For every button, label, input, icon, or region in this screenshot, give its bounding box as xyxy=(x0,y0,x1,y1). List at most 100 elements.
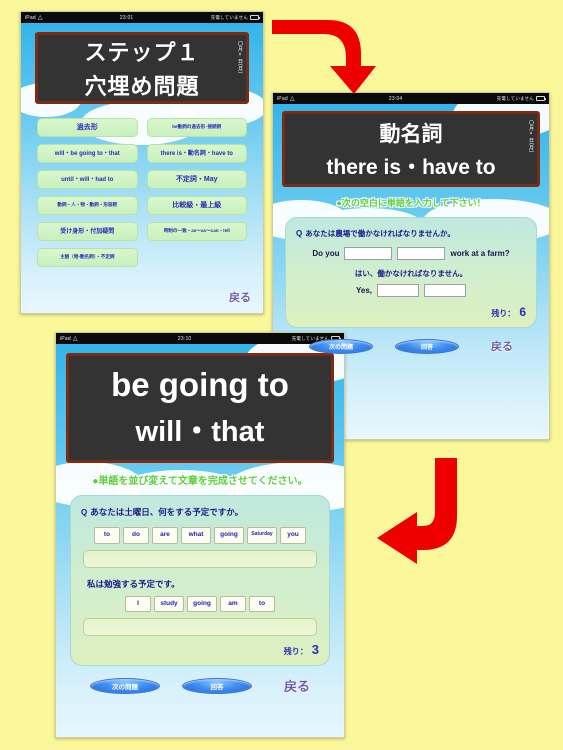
word-tile[interactable]: going xyxy=(187,595,217,612)
menu-button-grid: 過去形 be動詞の過去形･接続詞 will・be going to・that t… xyxy=(21,104,263,267)
device-label: iPad xyxy=(277,95,288,102)
device-label: iPad xyxy=(60,335,71,342)
menu-item-will-begoingto-that[interactable]: will・be going to・that xyxy=(37,144,138,163)
answer-japanese: 私は勉強する予定です。 xyxy=(87,578,180,589)
score-label: 残り： xyxy=(491,309,516,318)
submit-answer-button[interactable]: 回答 xyxy=(395,338,459,354)
answer-input-1[interactable] xyxy=(83,549,317,568)
word-tile[interactable]: study xyxy=(154,595,184,612)
word-tile[interactable]: what xyxy=(181,527,211,544)
menu-grid-spacer xyxy=(147,248,248,267)
word-tile[interactable]: Saturday xyxy=(247,527,277,544)
score-value: 3 xyxy=(311,642,319,657)
menu-item-tense-agreement[interactable]: 時制の一致・as～as～can・tell xyxy=(146,222,247,241)
blank-input-3[interactable] xyxy=(377,284,419,297)
word-tile-row-2: I study going am to xyxy=(81,595,319,612)
question-row: Q あなたは土曜日、何をする予定ですか。 xyxy=(81,506,319,518)
status-bar-clock: 23:01 xyxy=(119,14,134,21)
battery-status-label: 充電していません xyxy=(210,14,248,20)
word-tile[interactable]: am xyxy=(220,595,246,612)
title-line-2: there is・have to xyxy=(326,155,496,179)
status-bar-left: iPad △ xyxy=(60,336,78,342)
menu-item-passive-tagquestion[interactable]: 受け身形・付加疑問 xyxy=(37,222,138,241)
status-bar-right: 充電していません xyxy=(210,14,260,21)
blank-input-1[interactable] xyxy=(344,247,393,260)
date-label: 〇月×日(月) xyxy=(528,120,534,153)
menu-item-subject-gerund-infinitive[interactable]: 主語（物-動名詞）・不定詞 xyxy=(37,248,138,267)
question-card: Q あなたは農場で働かなければなりませんか。 Do you work at a f… xyxy=(285,217,537,328)
next-question-button[interactable]: 次の問題 xyxy=(89,677,160,694)
submit-answer-button[interactable]: 回答 xyxy=(181,677,252,694)
back-button[interactable]: 戻る xyxy=(491,338,513,354)
back-button[interactable]: 戻る xyxy=(229,289,251,305)
word-tile[interactable]: are xyxy=(152,527,178,544)
status-bar: iPad △ 23:01 充電していません xyxy=(21,12,263,23)
menu-item-past-tense[interactable]: 過去形 xyxy=(37,118,138,137)
question-japanese: あなたは土曜日、何をする予定ですか。 xyxy=(90,507,244,517)
question-sentence: Do you work at a farm? xyxy=(296,247,526,260)
instruction-text: ●単語を並び変えて文章を完成させてください。 xyxy=(92,476,308,487)
question-japanese: あなたは農場で働かなければなりませんか。 xyxy=(305,229,455,238)
battery-icon xyxy=(250,15,260,20)
date-label: 〇月×日(月) xyxy=(237,41,243,74)
status-bar-clock: 23:10 xyxy=(177,335,192,342)
word-tile[interactable]: to xyxy=(94,527,120,544)
status-bar-left: iPad △ xyxy=(25,15,43,21)
wifi-icon: △ xyxy=(289,95,295,102)
title-plate: be going to will・that xyxy=(66,353,334,463)
wifi-icon: △ xyxy=(72,335,78,342)
action-button-bar: 次の問題 回答 戻る xyxy=(273,338,549,354)
title-line-1: ステップ１ xyxy=(84,40,200,65)
word-tile[interactable]: I xyxy=(125,595,151,612)
status-bar-clock: 23:04 xyxy=(388,95,403,102)
title-line-1: 動名詞 xyxy=(379,122,443,146)
answer-sentence: Yes, xyxy=(296,284,526,297)
menu-screen: ステップ１ 穴埋め問題 〇月×日(月) 過去形 be動詞の過去形･接続詞 wil… xyxy=(21,23,263,313)
blank-input-2[interactable] xyxy=(397,247,446,260)
word-tile[interactable]: to xyxy=(249,595,275,612)
question-row: Q あなたは農場で働かなければなりませんか。 xyxy=(296,228,526,239)
action-button-bar: 次の問題 回答 戻る xyxy=(56,676,344,695)
word-tile[interactable]: you xyxy=(280,527,306,544)
title-plate: 動名詞 there is・have to 〇月×日(月) xyxy=(282,111,540,187)
annotation-arrow-down-left xyxy=(377,458,457,564)
word-tile[interactable]: do xyxy=(123,527,149,544)
answer-japanese: はい、働かなければなりません。 xyxy=(354,269,468,278)
answer-prefix: Yes, xyxy=(355,286,372,295)
score-label: 残り： xyxy=(283,647,308,656)
annotation-arrow-down-right xyxy=(272,20,376,94)
device-label: iPad xyxy=(25,14,36,21)
question-marker: Q xyxy=(296,229,303,238)
status-bar-left: iPad △ xyxy=(277,96,295,102)
menu-item-verb-person-thing[interactable]: 動詞・人・物・動詞・形容詞 xyxy=(37,196,138,215)
score-row: 残り： 6 xyxy=(296,305,526,319)
title-line-2: 穴埋め問題 xyxy=(84,74,200,99)
score-row: 残り： 3 xyxy=(81,642,319,657)
word-tile[interactable]: going xyxy=(214,527,244,544)
battery-icon xyxy=(536,96,546,101)
wifi-icon: △ xyxy=(37,14,43,21)
menu-item-thereis-gerund-haveto[interactable]: there is・動名詞・have to xyxy=(146,144,247,163)
device-screenshot-word-order: iPad △ 23:10 充電していません be going to will・t… xyxy=(55,332,345,738)
device-screenshot-menu: iPad △ 23:01 充電していません ステップ１ 穴埋め問題 〇月×日(月… xyxy=(20,11,264,314)
menu-item-be-past-conjunction[interactable]: be動詞の過去形･接続詞 xyxy=(146,118,247,137)
sentence-prefix: Do you xyxy=(312,249,340,258)
answer-input-2[interactable] xyxy=(83,618,317,636)
title-line-1: be going to xyxy=(111,366,289,403)
title-line-2: will・that xyxy=(135,416,265,448)
title-plate: ステップ１ 穴埋め問題 〇月×日(月) xyxy=(35,32,249,104)
battery-status-label: 充電していません xyxy=(496,95,534,101)
back-button[interactable]: 戻る xyxy=(284,676,310,695)
question-card: Q あなたは土曜日、何をする予定ですか。 to do are what going… xyxy=(70,495,330,666)
word-order-screen: be going to will・that ●単語を並び変えて文章を完成させてく… xyxy=(56,344,344,737)
status-bar-right: 充電していません xyxy=(496,95,546,102)
menu-item-comparative-superlative[interactable]: 比較級・最上級 xyxy=(146,196,247,215)
next-question-button[interactable]: 次の問題 xyxy=(309,338,373,354)
menu-item-infinitive-may[interactable]: 不定詞・May xyxy=(146,170,247,189)
sentence-suffix: work at a farm? xyxy=(450,249,510,258)
blank-input-4[interactable] xyxy=(424,284,466,297)
menu-item-until-will-hadto[interactable]: until・will・had to xyxy=(37,170,138,189)
instruction-text: ●次の空白に単語を入力して下さい！ xyxy=(336,198,486,208)
score-value: 6 xyxy=(519,305,526,319)
question-marker: Q xyxy=(81,508,88,517)
